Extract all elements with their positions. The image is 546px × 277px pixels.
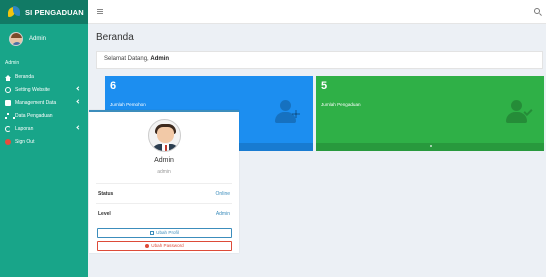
sidebar-item-label: Setting Website (15, 86, 50, 93)
book-icon (5, 99, 11, 106)
welcome-box: Selamat Datang, Admin (96, 51, 543, 69)
sidebar-item-label: Sign Out (15, 138, 35, 145)
chevron-left-icon (76, 86, 81, 91)
sign-out-icon (5, 138, 11, 145)
logo-icon (8, 6, 20, 18)
welcome-text: Selamat Datang, (104, 56, 149, 62)
home-icon (5, 75, 11, 81)
hamburger-icon[interactable] (97, 9, 103, 14)
page-title: Beranda (96, 32, 134, 43)
sidebar-user-name: Admin (29, 36, 47, 42)
top-navbar (88, 0, 546, 24)
sidebar-item-setting-website[interactable]: Setting Website (0, 83, 88, 96)
sitemap-icon (5, 112, 15, 119)
sidebar-item-label: Data Pengaduan (15, 112, 53, 119)
refresh-icon (5, 125, 11, 132)
user-plus-icon (274, 100, 300, 124)
stat-box-pengaduan: 5 Jumlah Pengaduan (316, 76, 544, 151)
stat-value: 6 (110, 80, 117, 92)
user-check-icon (505, 100, 533, 124)
chevron-left-icon (76, 99, 81, 104)
key-icon (145, 243, 150, 248)
sidebar-item-laporan[interactable]: Laporan (0, 122, 88, 135)
edit-icon (150, 230, 155, 235)
stat-value: 5 (321, 80, 328, 92)
profile-row-level: Level Admin (96, 203, 232, 223)
avatar (9, 32, 23, 46)
app-logo[interactable]: SI PENGADUAN (0, 0, 88, 24)
sidebar-menu-header: Admin (5, 60, 20, 66)
profile-username: admin (157, 169, 171, 175)
sidebar-item-label: Laporan (15, 125, 34, 132)
sidebar-item-label: Management Data (15, 99, 57, 106)
app-title: SI PENGADUAN (25, 7, 84, 17)
sidebar-item-management-data[interactable]: Management Data (0, 96, 88, 109)
welcome-name: Admin (150, 56, 170, 62)
profile-row-key: Level (98, 211, 111, 217)
sidebar: Admin Admin Beranda Setting Website Mana… (0, 24, 88, 277)
profile-row-value: Admin (215, 211, 230, 217)
edit-profile-button[interactable]: Ubah Profil (97, 228, 232, 238)
sidebar-item-beranda[interactable]: Beranda (0, 70, 88, 83)
profile-card: Admin admin Status Online Level Admin Ub… (89, 110, 239, 253)
profile-row-key: Status (98, 191, 114, 197)
sidebar-user-panel: Admin (0, 24, 88, 54)
profile-row-value: Online (215, 191, 230, 197)
cog-icon (5, 86, 11, 93)
change-password-button[interactable]: Ubah Password (97, 241, 232, 251)
search-icon[interactable] (534, 8, 540, 14)
stat-label: Jumlah Pengaduan (321, 102, 361, 107)
change-password-label: Ubah Password (151, 243, 184, 248)
profile-row-status: Status Online (96, 183, 232, 203)
edit-profile-label: Ubah Profil (156, 230, 179, 235)
sidebar-item-sign-out[interactable]: Sign Out (0, 135, 88, 148)
stat-label: Jumlah Pemohon (110, 102, 146, 107)
sidebar-item-label: Beranda (15, 73, 34, 80)
sidebar-item-data-pengaduan[interactable]: Data Pengaduan (0, 109, 88, 122)
profile-avatar (148, 119, 181, 152)
profile-name: Admin (154, 157, 174, 164)
stat-more-info-link[interactable] (316, 143, 544, 151)
chevron-left-icon (76, 125, 81, 130)
